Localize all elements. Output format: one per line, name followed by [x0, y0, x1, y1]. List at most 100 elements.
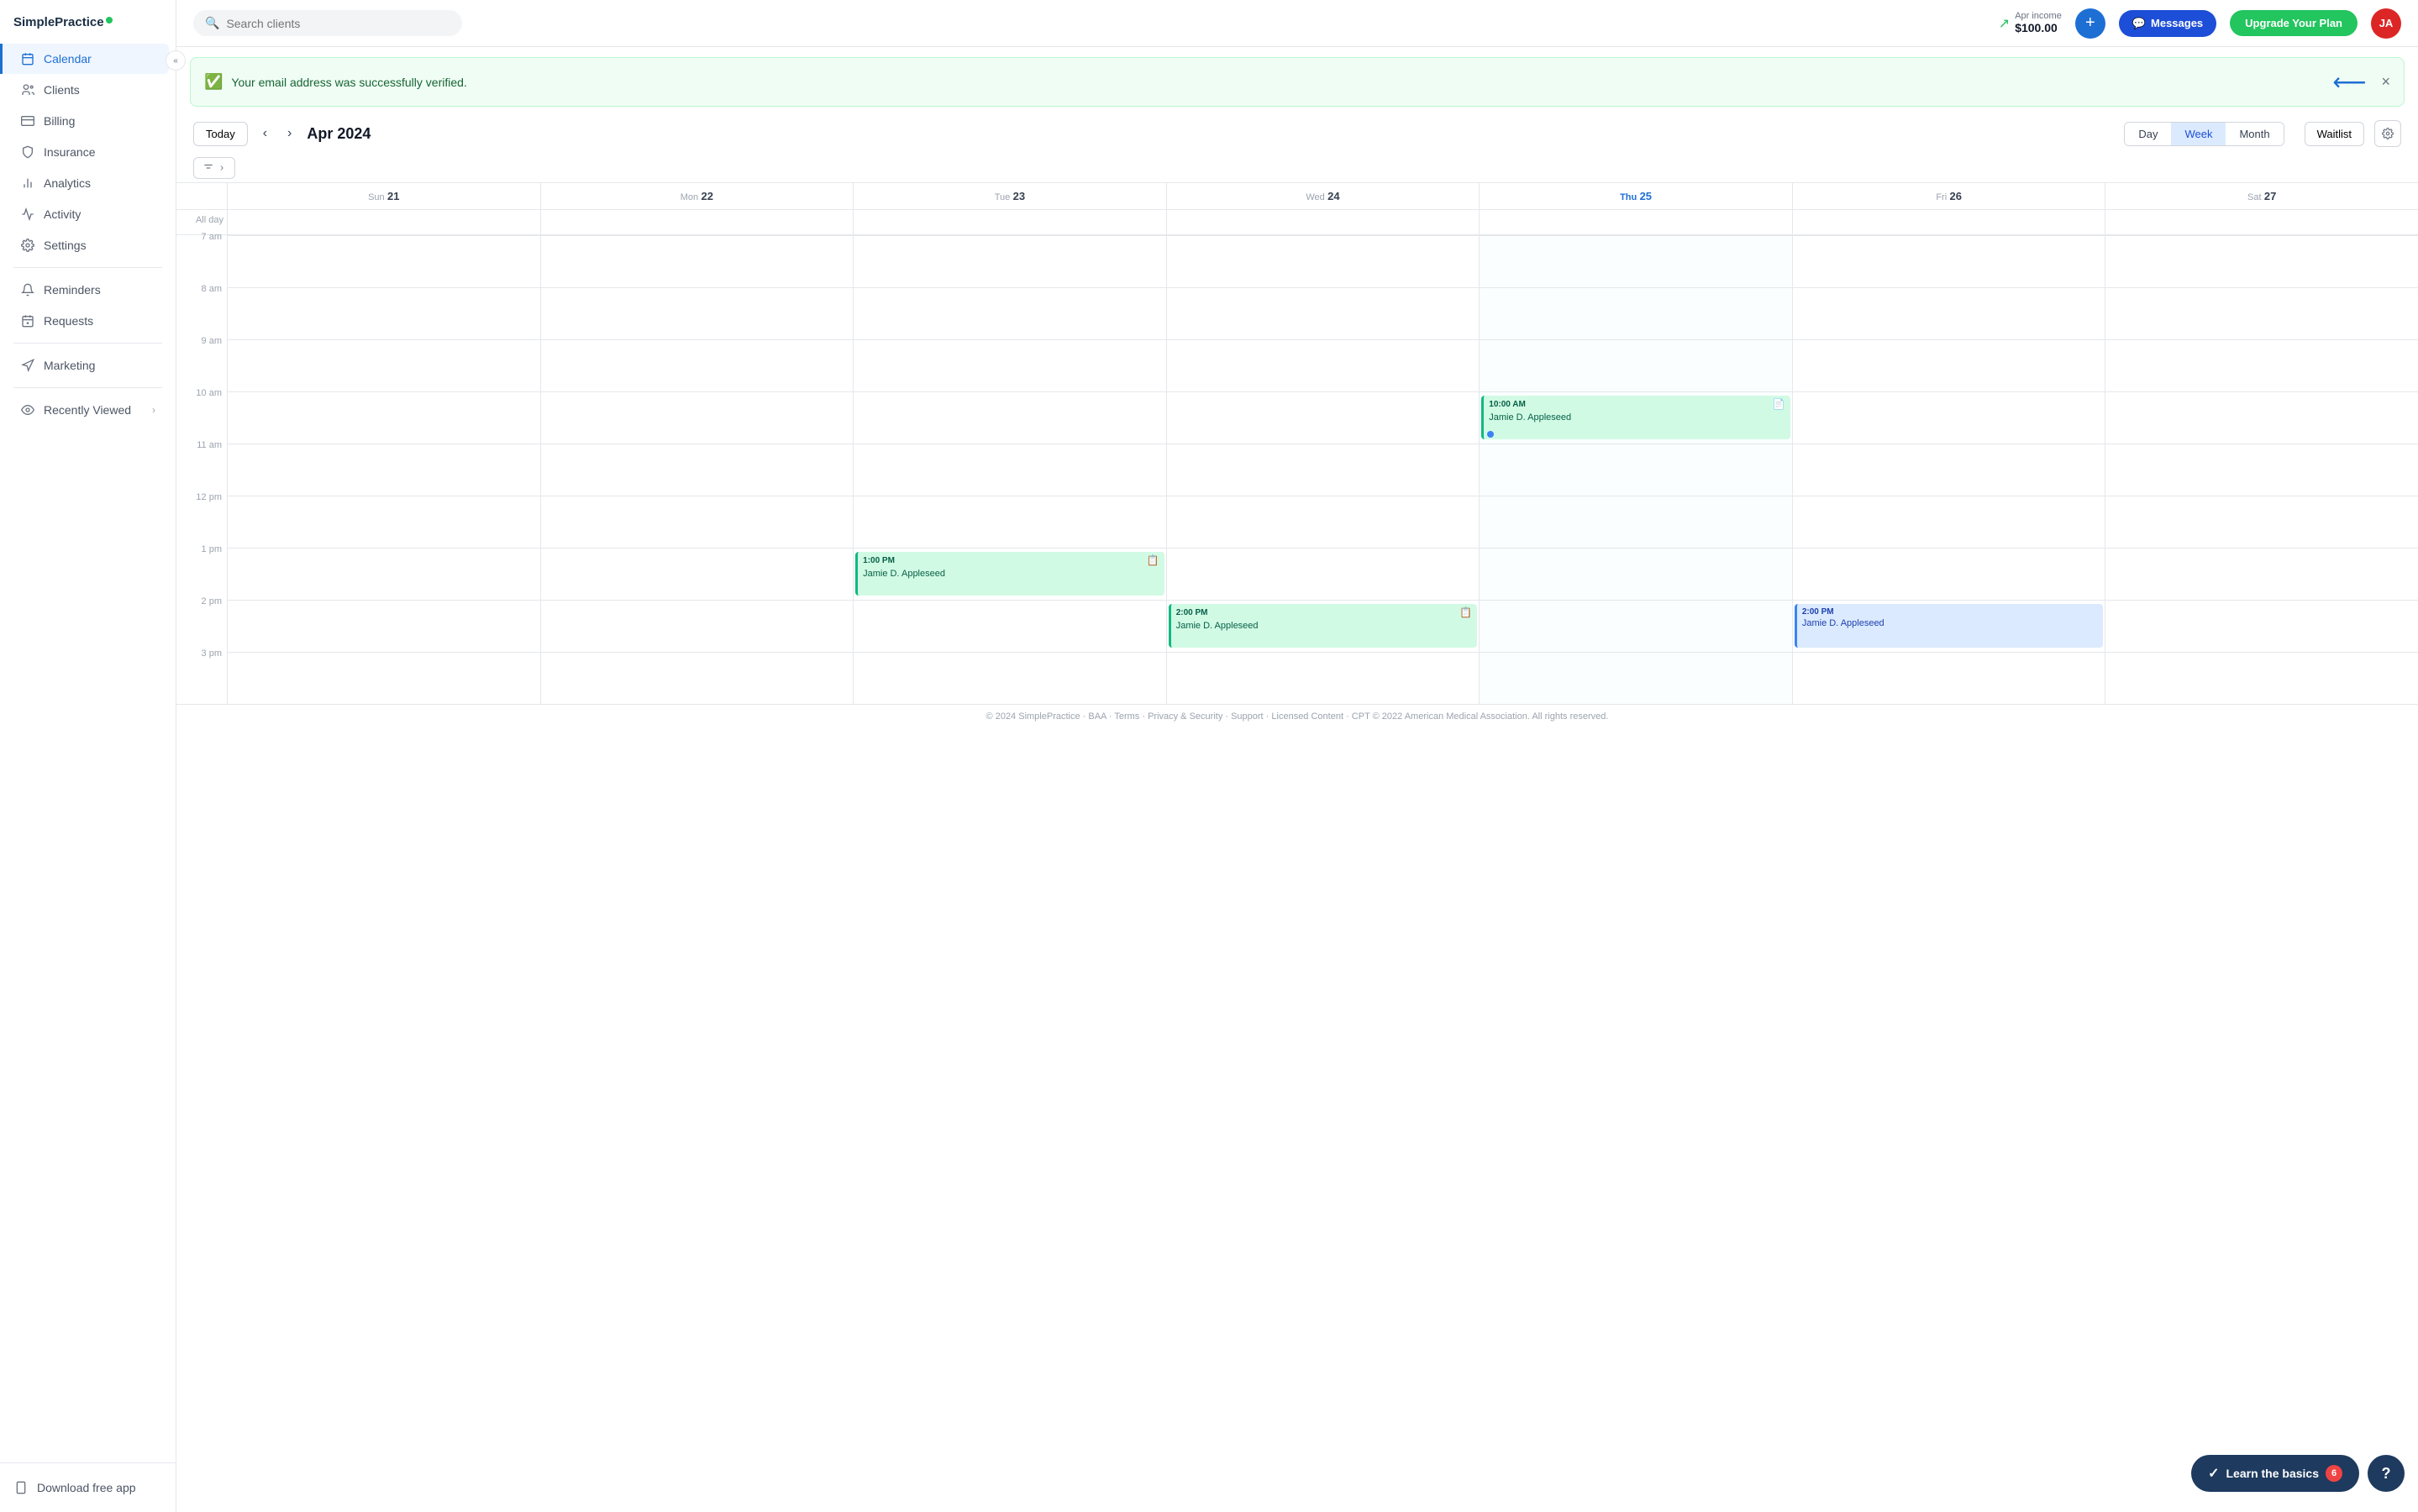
cell-7am-wed[interactable] [1166, 235, 1480, 287]
sidebar-item-activity[interactable]: Activity [7, 199, 169, 229]
cell-2pm-tue[interactable] [853, 600, 1166, 652]
help-button[interactable]: ? [2368, 1455, 2405, 1492]
cell-2pm-sun[interactable] [227, 600, 540, 652]
cell-8am-wed[interactable] [1166, 287, 1480, 339]
cell-12pm-fri[interactable] [1792, 496, 2105, 548]
cell-8am-sun[interactable] [227, 287, 540, 339]
upgrade-button[interactable]: Upgrade Your Plan [2230, 10, 2358, 36]
cell-2pm-wed[interactable]: 2:00 PM 📋 Jamie D. Appleseed [1166, 600, 1480, 652]
cell-8am-fri[interactable] [1792, 287, 2105, 339]
cell-8am-sat[interactable] [2105, 287, 2418, 339]
sidebar-item-recently-viewed[interactable]: Recently Viewed › [7, 395, 169, 425]
allday-sat[interactable] [2105, 210, 2418, 234]
sidebar-item-clients[interactable]: Clients [7, 75, 169, 105]
cell-12pm-tue[interactable] [853, 496, 1166, 548]
cell-10am-tue[interactable] [853, 391, 1166, 444]
learn-basics-button[interactable]: ✓ Learn the basics 6 [2191, 1455, 2359, 1492]
cell-1pm-sun[interactable] [227, 548, 540, 600]
sidebar-item-billing[interactable]: Billing [7, 106, 169, 136]
cell-11am-mon[interactable] [540, 444, 854, 496]
cell-9am-sat[interactable] [2105, 339, 2418, 391]
allday-fri[interactable] [1792, 210, 2105, 234]
cell-12pm-mon[interactable] [540, 496, 854, 548]
cell-2pm-fri[interactable]: 2:00 PM Jamie D. Appleseed [1792, 600, 2105, 652]
search-input[interactable] [226, 17, 450, 30]
add-button[interactable]: + [2075, 8, 2105, 39]
cell-8am-tue[interactable] [853, 287, 1166, 339]
cell-10am-fri[interactable] [1792, 391, 2105, 444]
sidebar-item-reminders[interactable]: Reminders [7, 275, 169, 305]
next-week-button[interactable]: › [282, 123, 297, 144]
download-app-link[interactable]: Download free app [13, 1473, 162, 1502]
cell-10am-thu[interactable]: 10:00 AM 📄 Jamie D. Appleseed [1479, 391, 1792, 444]
cell-12pm-wed[interactable] [1166, 496, 1480, 548]
cell-10am-mon[interactable] [540, 391, 854, 444]
cell-8am-mon[interactable] [540, 287, 854, 339]
event-fri-2pm[interactable]: 2:00 PM Jamie D. Appleseed [1795, 604, 2104, 648]
cell-3pm-tue[interactable] [853, 652, 1166, 704]
cell-1pm-tue[interactable]: 1:00 PM 📋 Jamie D. Appleseed [853, 548, 1166, 600]
cell-7am-fri[interactable] [1792, 235, 2105, 287]
cell-9am-thu[interactable] [1479, 339, 1792, 391]
cell-3pm-thu[interactable] [1479, 652, 1792, 704]
cell-12pm-sat[interactable] [2105, 496, 2418, 548]
cell-2pm-mon[interactable] [540, 600, 854, 652]
allday-wed[interactable] [1166, 210, 1480, 234]
cell-3pm-wed[interactable] [1166, 652, 1480, 704]
cell-10am-sat[interactable] [2105, 391, 2418, 444]
calendar-settings-button[interactable] [2374, 120, 2401, 147]
cell-11am-sun[interactable] [227, 444, 540, 496]
search-bar[interactable]: 🔍 [193, 10, 462, 36]
cell-11am-tue[interactable] [853, 444, 1166, 496]
cell-7am-mon[interactable] [540, 235, 854, 287]
cell-7am-sun[interactable] [227, 235, 540, 287]
allday-mon[interactable] [540, 210, 854, 234]
messages-button[interactable]: 💬 Messages [2119, 10, 2216, 37]
close-notification-button[interactable]: × [2381, 73, 2390, 91]
cell-11am-sat[interactable] [2105, 444, 2418, 496]
month-view-tab[interactable]: Month [2226, 123, 2283, 145]
collapse-sidebar-button[interactable]: « [166, 50, 186, 71]
cell-3pm-fri[interactable] [1792, 652, 2105, 704]
cell-11am-thu[interactable] [1479, 444, 1792, 496]
event-thu-10am[interactable]: 10:00 AM 📄 Jamie D. Appleseed [1481, 396, 1790, 439]
cell-12pm-sun[interactable] [227, 496, 540, 548]
allday-tue[interactable] [853, 210, 1166, 234]
cell-7am-tue[interactable] [853, 235, 1166, 287]
cell-1pm-thu[interactable] [1479, 548, 1792, 600]
cell-10am-sun[interactable] [227, 391, 540, 444]
cell-11am-wed[interactable] [1166, 444, 1480, 496]
cell-1pm-sat[interactable] [2105, 548, 2418, 600]
waitlist-button[interactable]: Waitlist [2305, 122, 2364, 146]
cell-2pm-thu[interactable] [1479, 600, 1792, 652]
cell-7am-thu[interactable] [1479, 235, 1792, 287]
cell-9am-sun[interactable] [227, 339, 540, 391]
today-button[interactable]: Today [193, 122, 248, 146]
cell-9am-mon[interactable] [540, 339, 854, 391]
sidebar-item-settings[interactable]: Settings [7, 230, 169, 260]
filter-button[interactable] [193, 157, 235, 179]
cell-3pm-sat[interactable] [2105, 652, 2418, 704]
cell-12pm-thu[interactable] [1479, 496, 1792, 548]
cell-3pm-sun[interactable] [227, 652, 540, 704]
sidebar-item-insurance[interactable]: Insurance [7, 137, 169, 167]
cell-2pm-sat[interactable] [2105, 600, 2418, 652]
cell-11am-fri[interactable] [1792, 444, 2105, 496]
cell-1pm-fri[interactable] [1792, 548, 2105, 600]
cell-1pm-wed[interactable] [1166, 548, 1480, 600]
cell-9am-fri[interactable] [1792, 339, 2105, 391]
cell-9am-tue[interactable] [853, 339, 1166, 391]
allday-sun[interactable] [227, 210, 540, 234]
event-tue-1pm[interactable]: 1:00 PM 📋 Jamie D. Appleseed [855, 552, 1164, 596]
cell-1pm-mon[interactable] [540, 548, 854, 600]
cell-7am-sat[interactable] [2105, 235, 2418, 287]
day-view-tab[interactable]: Day [2125, 123, 2171, 145]
sidebar-item-requests[interactable]: Requests [7, 306, 169, 336]
cell-10am-wed[interactable] [1166, 391, 1480, 444]
cell-3pm-mon[interactable] [540, 652, 854, 704]
cell-9am-wed[interactable] [1166, 339, 1480, 391]
prev-week-button[interactable]: ‹ [258, 123, 272, 144]
event-wed-2pm[interactable]: 2:00 PM 📋 Jamie D. Appleseed [1169, 604, 1478, 648]
sidebar-item-analytics[interactable]: Analytics [7, 168, 169, 198]
allday-thu[interactable] [1479, 210, 1792, 234]
